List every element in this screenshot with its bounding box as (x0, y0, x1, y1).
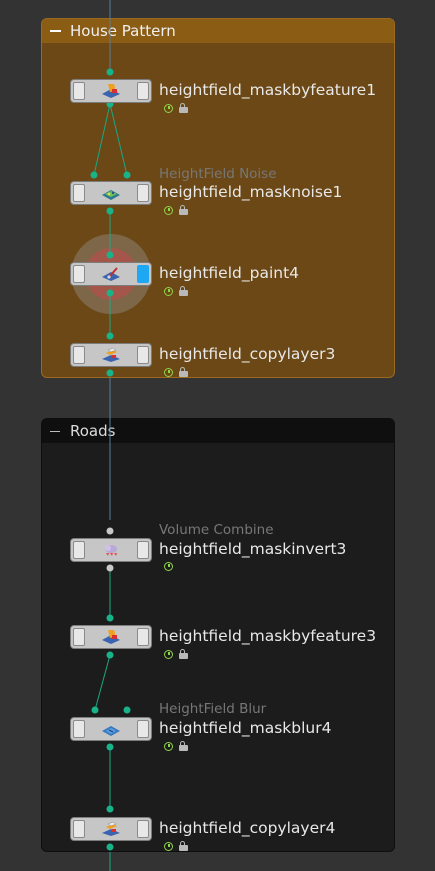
node-name[interactable]: heightfield_maskbyfeature3 (159, 627, 376, 645)
lock-icon (179, 103, 188, 113)
bypass-flag[interactable] (73, 184, 85, 202)
node-type-label: HeightField Noise (159, 166, 277, 182)
node-heightfield-maskblur4[interactable] (70, 717, 152, 741)
maskbyfeature-icon (85, 83, 137, 99)
bypass-flag[interactable] (73, 346, 85, 364)
display-flag[interactable] (137, 184, 149, 202)
minus-icon (50, 430, 60, 432)
lock-icon (179, 205, 188, 215)
copylayer-icon (85, 347, 137, 363)
display-flag[interactable] (137, 628, 149, 646)
node-heightfield-copylayer3[interactable] (70, 343, 152, 367)
bypass-flag[interactable] (73, 82, 85, 100)
collapse-button[interactable] (46, 22, 64, 40)
time-dependent-icon (164, 205, 173, 215)
collapse-button[interactable] (46, 422, 64, 440)
minus-icon (49, 30, 61, 32)
display-flag[interactable] (137, 720, 149, 738)
node-name[interactable]: heightfield_paint4 (159, 264, 299, 282)
time-dependent-icon (164, 562, 173, 571)
time-dependent-icon (164, 367, 173, 377)
bypass-flag[interactable] (73, 628, 85, 646)
lock-icon (179, 286, 188, 296)
node-type-label: HeightField Blur (159, 701, 267, 717)
maskbyfeature-icon (85, 629, 137, 645)
paint-icon (85, 266, 137, 282)
node-heightfield-maskbyfeature3[interactable] (70, 625, 152, 649)
maskblur-icon (85, 721, 137, 737)
node-name[interactable]: heightfield_masknoise1 (159, 183, 342, 201)
time-dependent-icon (164, 286, 173, 296)
time-dependent-icon (164, 741, 173, 751)
node-name[interactable]: heightfield_maskinvert3 (159, 540, 346, 558)
node-type-label: Volume Combine (159, 522, 274, 538)
network-box-title: House Pattern (70, 22, 176, 40)
node-name[interactable]: heightfield_maskblur4 (159, 719, 331, 737)
copylayer-icon (85, 821, 137, 837)
node-heightfield-maskinvert3[interactable] (70, 538, 152, 562)
bypass-flag[interactable] (73, 720, 85, 738)
display-flag[interactable] (137, 265, 149, 283)
node-name[interactable]: heightfield_maskbyfeature1 (159, 81, 376, 99)
time-dependent-icon (164, 103, 173, 113)
node-name[interactable]: heightfield_copylayer4 (159, 819, 335, 837)
bypass-flag[interactable] (73, 265, 85, 283)
lock-icon (179, 841, 188, 851)
maskinvert-icon (85, 542, 137, 558)
bypass-flag[interactable] (73, 820, 85, 838)
display-flag[interactable] (137, 346, 149, 364)
node-heightfield-maskbyfeature1[interactable] (70, 79, 152, 103)
bypass-flag[interactable] (73, 541, 85, 559)
node-name[interactable]: heightfield_copylayer3 (159, 345, 335, 363)
lock-icon (179, 741, 188, 751)
time-dependent-icon (164, 649, 173, 659)
time-dependent-icon (164, 841, 173, 851)
network-box-header[interactable]: Roads (42, 419, 394, 443)
network-box-title: Roads (70, 422, 116, 440)
display-flag[interactable] (137, 541, 149, 559)
node-heightfield-copylayer4[interactable] (70, 817, 152, 841)
display-flag[interactable] (137, 820, 149, 838)
node-heightfield-masknoise1[interactable] (70, 181, 152, 205)
display-flag[interactable] (137, 82, 149, 100)
lock-icon (179, 367, 188, 377)
node-heightfield-paint4[interactable] (70, 262, 152, 286)
lock-icon (179, 649, 188, 659)
network-box-header[interactable]: House Pattern (42, 19, 394, 43)
masknoise-icon (85, 185, 137, 201)
